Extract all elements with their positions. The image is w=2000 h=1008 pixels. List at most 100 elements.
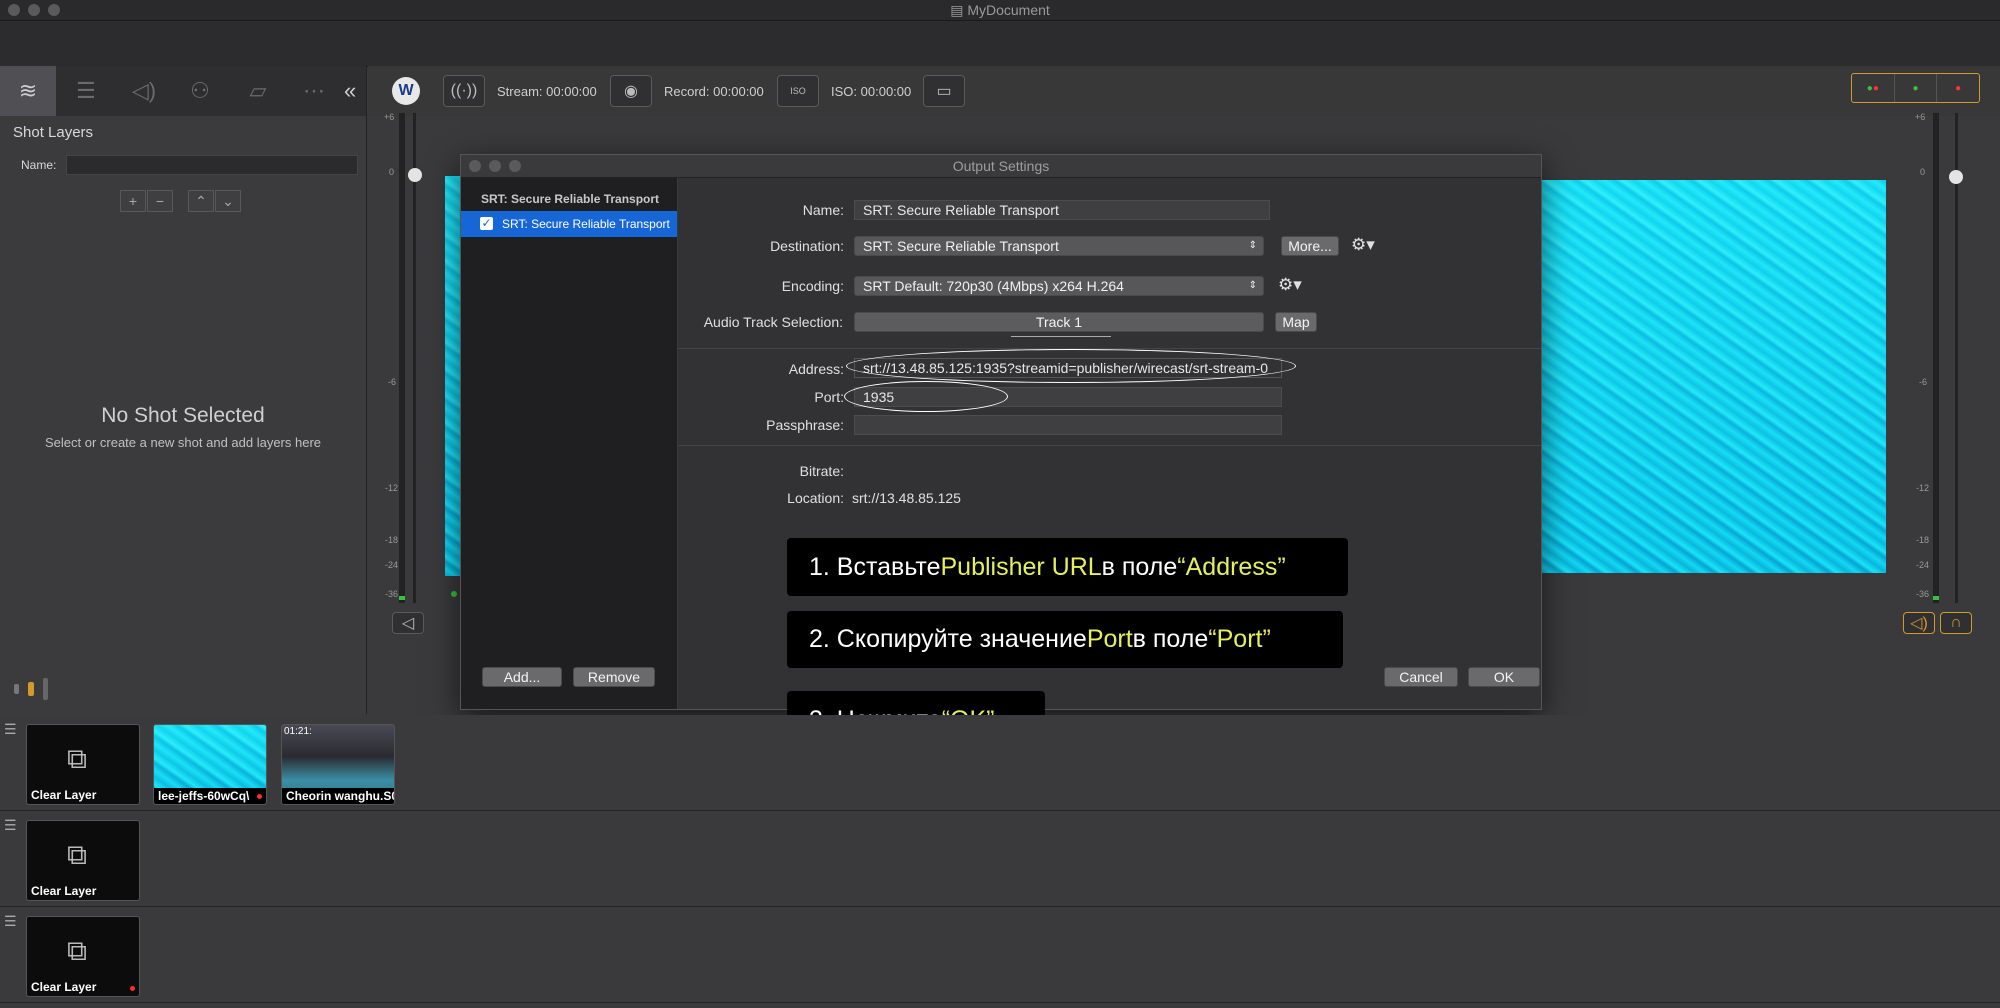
stream-label: Stream: xyxy=(497,84,543,99)
shot-thumbnail[interactable]: ⧉ Clear Layer xyxy=(26,916,140,997)
preview-video xyxy=(445,176,460,576)
preview-mode-button[interactable]: ● xyxy=(1895,74,1938,102)
more-icon[interactable]: ⋯ xyxy=(286,66,342,116)
left-meter-level xyxy=(399,596,405,600)
wirecast-logo-icon: W xyxy=(392,77,420,105)
shot-thumbnail[interactable]: ⧉ Clear Layer xyxy=(26,724,140,805)
record-button-icon[interactable]: ◉ xyxy=(610,75,652,107)
bitrate-label: Bitrate: xyxy=(799,463,844,479)
dialog-zoom-button[interactable] xyxy=(509,160,521,172)
right-volume-track xyxy=(1955,113,1958,603)
person-icon[interactable]: ⚇ xyxy=(172,66,228,116)
monitor-icon[interactable]: ▭ xyxy=(923,75,965,107)
sliders-icon[interactable]: ☰ xyxy=(58,66,114,116)
drag-handle-icon[interactable]: ☰ xyxy=(4,913,17,930)
headphones-icon[interactable]: ∩ xyxy=(1940,612,1972,634)
chevron-updown-icon: ⇕ xyxy=(1248,240,1257,251)
shot-label: lee-jeffs-60wCq\ xyxy=(154,788,266,804)
step2-text-mid: в поле xyxy=(1132,625,1209,653)
layout-mode-group: ● ● ● ● xyxy=(1851,73,1980,103)
mini-meter-level xyxy=(28,682,34,696)
layers-icon[interactable]: ≋ xyxy=(0,66,56,116)
mini-meter-icon xyxy=(14,684,19,694)
window-title: MyDocument xyxy=(967,2,1050,18)
output-name-input[interactable]: SRT: Secure Reliable Transport xyxy=(854,200,1270,220)
step2-text: 2. Скопируйте значение xyxy=(809,625,1087,653)
dialog-close-button[interactable] xyxy=(469,160,481,172)
step1-highlight: Publisher URL xyxy=(940,552,1102,581)
clear-layer-icon: ⧉ xyxy=(67,839,87,870)
iso-time: 00:00:00 xyxy=(860,84,912,99)
preview-live-indicator xyxy=(451,591,457,597)
speaker-output-icon[interactable]: ◁) xyxy=(1903,612,1935,634)
step1-highlight-field: “Address” xyxy=(1177,552,1286,581)
port-highlight-ellipse xyxy=(844,381,1008,412)
location-value: srt://13.48.85.125 xyxy=(852,490,961,506)
shot-thumbnail[interactable]: ⧉ Clear Layer xyxy=(26,820,140,901)
move-down-button[interactable]: ⌄ xyxy=(215,190,241,212)
destination-select[interactable]: SRT: Secure Reliable Transport ⇕ xyxy=(854,236,1264,256)
live-indicator xyxy=(130,986,135,991)
speaker-icon[interactable]: ◁) xyxy=(116,66,172,116)
right-volume-slider[interactable] xyxy=(1949,170,1963,184)
move-up-button[interactable]: ⌃ xyxy=(188,190,214,212)
map-button[interactable]: Map xyxy=(1275,312,1317,332)
cancel-button[interactable]: Cancel xyxy=(1384,667,1458,687)
encoding-gear-icon[interactable]: ⚙▾ xyxy=(1278,275,1302,295)
meter-tick-left-3: -12 xyxy=(385,483,399,493)
drag-handle-icon[interactable]: ☰ xyxy=(4,721,17,738)
program-video xyxy=(1541,180,1886,573)
shot-thumbnail[interactable]: 01:21: Cheorin wanghu.S0 xyxy=(281,724,395,805)
stream-time: 00:00:00 xyxy=(546,84,597,99)
passphrase-input[interactable] xyxy=(854,415,1282,435)
destination-value: SRT: Secure Reliable Transport xyxy=(863,238,1059,254)
remove-layer-button[interactable]: − xyxy=(147,190,173,212)
record-time: 00:00:00 xyxy=(713,84,764,99)
stream-wifi-icon[interactable]: ((·)) xyxy=(443,75,485,107)
destination-gear-icon[interactable]: ⚙▾ xyxy=(1351,235,1375,255)
record-label: Record: xyxy=(664,84,710,99)
add-output-button[interactable]: Add... xyxy=(482,667,562,687)
left-volume-slider[interactable] xyxy=(408,168,422,182)
meter-tick-left-5: -24 xyxy=(385,560,399,570)
shot-thumbnail[interactable]: lee-jeffs-60wCq\ xyxy=(153,724,267,805)
meter-tick-right-2: -6 xyxy=(1919,377,1928,387)
layer-row-3: ☰ ⧉ Clear Layer xyxy=(0,907,2000,1003)
add-layer-button[interactable]: + xyxy=(120,190,146,212)
program-mode-button[interactable]: ● xyxy=(1937,74,1979,102)
destination-label: Destination: xyxy=(770,238,844,254)
clear-layer-icon: ⧉ xyxy=(67,935,87,966)
meter-tick-left-1: 0 xyxy=(389,167,395,177)
remove-output-button[interactable]: Remove xyxy=(573,667,655,687)
more-button[interactable]: More... xyxy=(1281,236,1339,256)
shot-layers-heading: Shot Layers xyxy=(13,124,94,141)
meter-tick-right-6: -36 xyxy=(1916,589,1930,599)
title-bar: ▤ MyDocument xyxy=(0,0,2000,21)
preview-program-mode-button[interactable]: ● ● xyxy=(1852,74,1895,102)
left-volume-track xyxy=(413,113,416,603)
meter-tick-left-6: -36 xyxy=(385,589,399,599)
document-icon: ▤ xyxy=(950,2,968,18)
layer-row-2: ☰ ⧉ Clear Layer xyxy=(0,811,2000,907)
drag-handle-icon[interactable]: ☰ xyxy=(4,817,17,834)
encoding-label: Encoding: xyxy=(781,278,844,294)
audio-track-selector[interactable]: Track 1 xyxy=(854,312,1264,332)
port-label: Port: xyxy=(814,389,844,405)
encoding-select[interactable]: SRT Default: 720p30 (4Mbps) x264 H.264 ⇕ xyxy=(854,276,1264,296)
output-list-header: SRT: Secure Reliable Transport xyxy=(481,192,660,206)
output-list-item[interactable]: ✓ SRT: Secure Reliable Transport xyxy=(461,211,677,237)
output-list-item-label: SRT: Secure Reliable Transport xyxy=(502,217,670,231)
slash-icon[interactable]: ▱ xyxy=(230,66,286,116)
shot-name-input[interactable] xyxy=(66,155,358,175)
left-panel-tabs: ≋ ☰ ◁) ⚇ ▱ ⋯ « xyxy=(0,66,366,116)
right-meter-level xyxy=(1933,596,1939,600)
shot-label: Clear Layer xyxy=(31,788,97,802)
output-enabled-checkbox[interactable]: ✓ xyxy=(480,217,493,230)
collapse-panel-icon[interactable]: « xyxy=(344,78,356,104)
name-label: Name: xyxy=(21,158,57,172)
iso-label: ISO: xyxy=(831,84,858,99)
iso-record-button[interactable]: ISO xyxy=(777,75,819,107)
left-mute-icon[interactable]: ◁ xyxy=(392,612,424,634)
dialog-minimize-button[interactable] xyxy=(489,160,501,172)
ok-button[interactable]: OK xyxy=(1468,667,1540,687)
